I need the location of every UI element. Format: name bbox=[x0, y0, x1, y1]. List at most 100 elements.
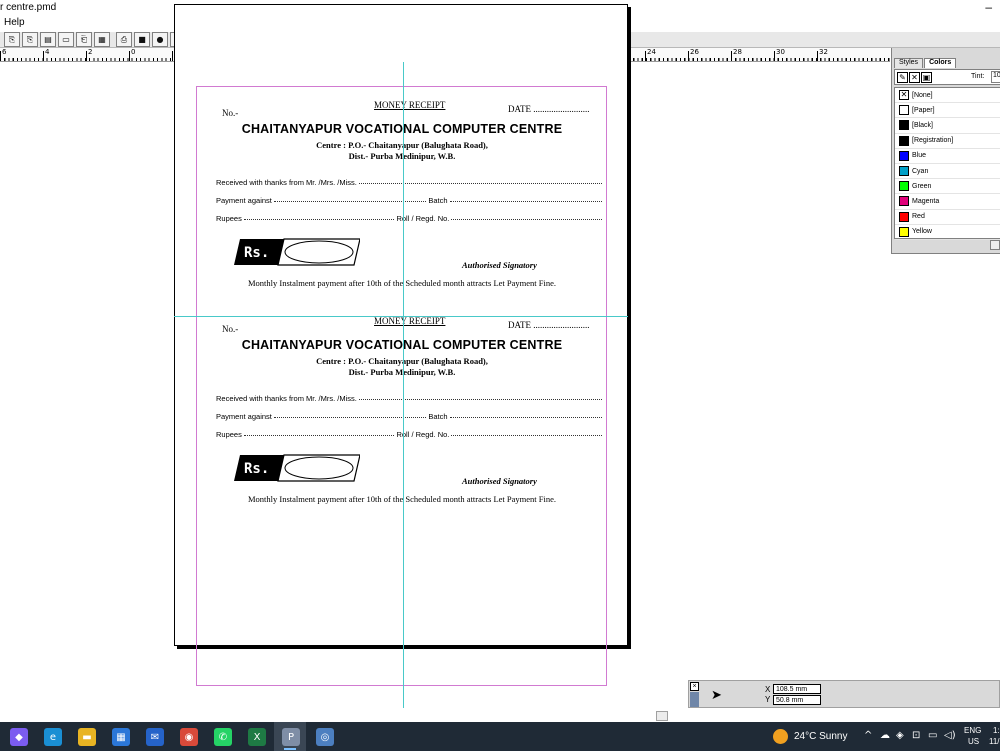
color-list-item[interactable]: [Registration] bbox=[895, 134, 1000, 149]
tint-label: Tint: bbox=[971, 73, 985, 80]
receipt-date-label: DATE ......................... bbox=[508, 104, 590, 114]
edge-icon[interactable]: e bbox=[44, 728, 62, 746]
palette-menu-button[interactable] bbox=[990, 240, 1000, 250]
toolbar-button-icon[interactable]: ▦ bbox=[94, 32, 110, 47]
minimize-button[interactable]: – bbox=[985, 0, 992, 14]
color-swatch bbox=[899, 135, 909, 146]
show-hidden-icon[interactable]: ^ bbox=[864, 730, 872, 741]
toolbar-button-icon[interactable]: ⎙ bbox=[116, 32, 132, 47]
x-position-field[interactable]: 108.5 mm bbox=[773, 684, 821, 694]
toolbar-button-icon[interactable]: ⎘ bbox=[4, 32, 20, 47]
window-title: r centre.pmd bbox=[0, 2, 57, 13]
ruler-label: 24 bbox=[647, 48, 656, 56]
toolbar-button-icon[interactable]: ⎗ bbox=[76, 32, 92, 47]
whatsapp-icon[interactable]: ✆ bbox=[214, 728, 232, 746]
color-list-item[interactable]: Magenta bbox=[895, 194, 1000, 210]
payment-label: Payment against bbox=[216, 196, 272, 205]
color-list: ✕ [None] [Paper] [Black] [Registration] Blue C… bbox=[894, 87, 1000, 240]
color-list-item[interactable]: Green bbox=[895, 179, 1000, 195]
keyboard-layout[interactable]: US bbox=[968, 737, 979, 746]
cloud-icon[interactable]: ☁ bbox=[880, 730, 890, 741]
authorised-signatory: Authorised Signatory bbox=[462, 260, 537, 270]
color-swatch bbox=[899, 196, 909, 207]
fill-stroke-icon[interactable]: ▣ bbox=[921, 71, 932, 83]
authorised-signatory: Authorised Signatory bbox=[462, 476, 537, 486]
pagemaker-icon[interactable]: P bbox=[282, 728, 300, 746]
clock-date[interactable]: 11/ bbox=[989, 737, 1000, 746]
weather-sun-icon[interactable] bbox=[773, 729, 788, 744]
file-explorer-icon[interactable]: ▬ bbox=[78, 728, 96, 746]
toolbar-button-icon[interactable]: ■ bbox=[134, 32, 150, 47]
windows-taskbar: ◆ e ▬ ▦ ✉ ◉ ✆ X P ◎ 24°C Sunny ^ ☁ ◈ ⊡ ▭ ◁) ENG US 1: … bbox=[0, 722, 1000, 751]
receipt-payment-line: Payment against Batch bbox=[216, 412, 604, 421]
color-name: Yellow bbox=[912, 228, 932, 236]
horizontal-ruler-guide[interactable] bbox=[174, 316, 628, 317]
color-name: Cyan bbox=[912, 167, 929, 175]
ruler-label: 28 bbox=[733, 48, 742, 56]
payment-label: Payment against bbox=[216, 412, 272, 421]
color-list-item[interactable]: [Paper] bbox=[895, 103, 1000, 119]
store-icon[interactable]: ▦ bbox=[112, 728, 130, 746]
receipt-centre-name: CHAITANYAPUR VOCATIONAL COMPUTER CENTRE bbox=[241, 122, 563, 136]
app-tray-icon[interactable]: ◈ bbox=[896, 730, 904, 741]
ruler-label: 4 bbox=[45, 48, 50, 56]
color-name: Magenta bbox=[912, 197, 940, 205]
color-list-item[interactable]: Cyan bbox=[895, 164, 1000, 180]
receipt-no-label: No.- bbox=[222, 324, 239, 334]
toolbar-button-icon[interactable]: ● bbox=[152, 32, 168, 47]
ruler-major-tick bbox=[688, 51, 689, 61]
horizontal-scroll-thumb[interactable] bbox=[656, 711, 668, 721]
network-icon[interactable]: ▭ bbox=[928, 730, 937, 741]
camera-icon[interactable]: ◎ bbox=[316, 728, 334, 746]
toolbar-button-icon[interactable]: ▭ bbox=[58, 32, 74, 47]
language-indicator[interactable]: ENG bbox=[964, 726, 981, 735]
receipt-fine-notice: Monthly Instalment payment after 10th of… bbox=[247, 494, 557, 504]
receipt-address-line-1: Centre : P.O.- Chaitanyapur (Balughata R… bbox=[316, 140, 488, 150]
color-list-item[interactable]: Red bbox=[895, 210, 1000, 225]
toolbar-button-icon[interactable]: ⎘ bbox=[22, 32, 38, 47]
color-swatch bbox=[899, 150, 909, 161]
receipt-rupees-line: Rupees Roll / Regd. No. bbox=[216, 214, 604, 223]
color-swatch bbox=[899, 120, 909, 131]
color-list-item[interactable]: Blue bbox=[895, 149, 1000, 164]
excel-icon[interactable]: X bbox=[248, 728, 266, 746]
pencil-icon[interactable]: ✎ bbox=[897, 71, 908, 83]
color-name: [Paper] bbox=[912, 106, 935, 114]
palette-tab-styles[interactable]: Styles bbox=[894, 58, 924, 68]
palette-tab-colors[interactable]: Colors bbox=[924, 58, 957, 68]
menu-help[interactable]: Help bbox=[4, 17, 25, 28]
ruler-label: 2 bbox=[88, 48, 93, 56]
toolbar-button-icon[interactable]: ▤ bbox=[40, 32, 56, 47]
mail-icon[interactable]: ✉ bbox=[146, 728, 164, 746]
copilot-icon[interactable]: ◆ bbox=[10, 728, 28, 746]
receipt-address-line-2: Dist.- Purba Medinipur, W.B. bbox=[348, 367, 456, 377]
batch-label: Batch bbox=[428, 412, 448, 421]
color-list-item[interactable]: Yellow bbox=[895, 225, 1000, 240]
color-name: Red bbox=[912, 213, 925, 221]
money-receipt-top[interactable]: No.- MONEY RECEIPT DATE ................… bbox=[200, 86, 610, 302]
receipt-fine-notice: Monthly Instalment payment after 10th of… bbox=[247, 278, 557, 288]
received-label: Received with thanks from Mr. /Mrs. /Mis… bbox=[216, 178, 357, 187]
tint-input[interactable]: 10 bbox=[991, 71, 1000, 83]
volume-icon[interactable]: ◁) bbox=[944, 730, 956, 741]
chrome-icon[interactable]: ◉ bbox=[180, 728, 198, 746]
clock-time[interactable]: 1: bbox=[993, 726, 1000, 735]
color-swatch bbox=[899, 181, 909, 192]
batch-label: Batch bbox=[428, 196, 448, 205]
display-icon[interactable]: ⊡ bbox=[912, 730, 920, 741]
palette-handle[interactable] bbox=[690, 692, 699, 707]
close-icon[interactable]: × bbox=[690, 682, 699, 691]
color-list-item[interactable]: [Black] bbox=[895, 118, 1000, 134]
none-swatch-icon[interactable]: ✕ bbox=[909, 71, 920, 83]
weather-text[interactable]: 24°C Sunny bbox=[794, 731, 847, 742]
received-label: Received with thanks from Mr. /Mrs. /Mis… bbox=[216, 394, 357, 403]
y-position-field[interactable]: 50.8 mm bbox=[773, 695, 821, 705]
x-label: X bbox=[765, 685, 771, 694]
rupees-label: Rupees bbox=[216, 430, 242, 439]
color-list-item[interactable]: ✕ [None] bbox=[895, 88, 1000, 104]
vertical-ruler-guide[interactable] bbox=[403, 62, 404, 708]
money-receipt-bottom[interactable]: No.- MONEY RECEIPT DATE ................… bbox=[200, 302, 610, 518]
ruler-major-tick bbox=[43, 51, 44, 61]
ruler-label: 6 bbox=[2, 48, 7, 56]
palette-tabs: Styles Colors bbox=[894, 58, 957, 68]
